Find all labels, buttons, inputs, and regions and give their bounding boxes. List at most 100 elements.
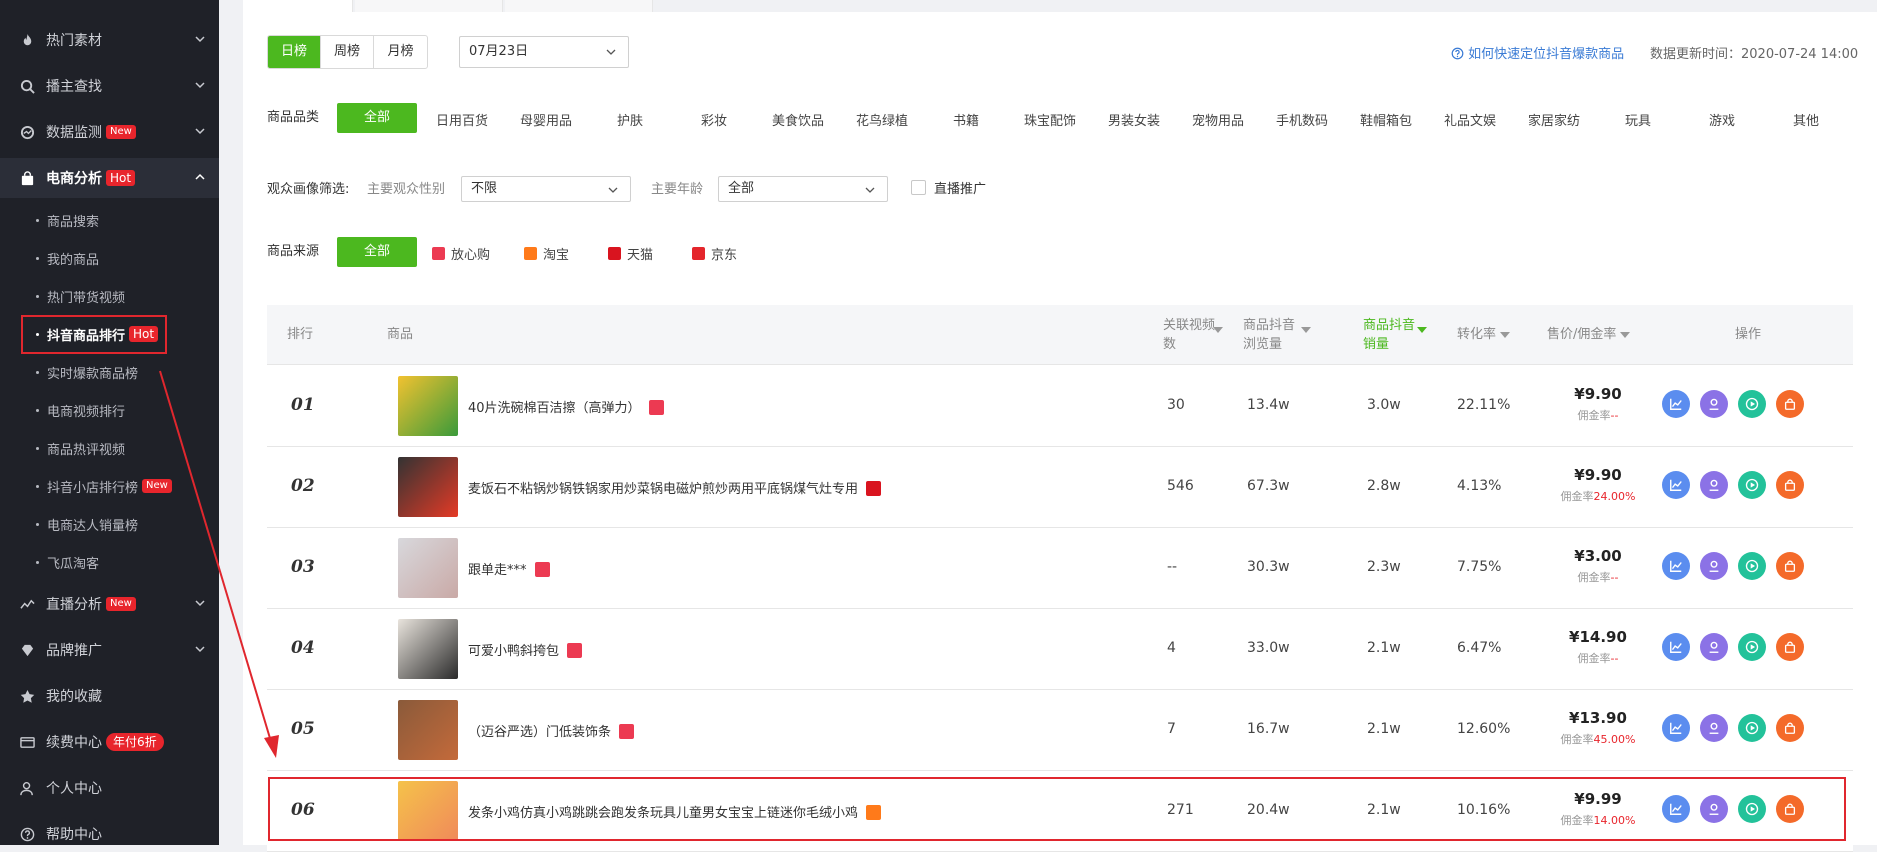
top-tab[interactable] (505, 0, 653, 12)
sidebar-item-data-monitor[interactable]: 数据监测 New (0, 112, 219, 152)
sidebar-item-ecommerce[interactable]: 电商分析 Hot (0, 158, 219, 198)
sidebar-subitem[interactable]: 飞瓜淘客 (0, 543, 219, 581)
category-item[interactable]: 美食饮品 (756, 110, 840, 129)
category-item[interactable]: 家居家纺 (1512, 110, 1596, 129)
sidebar-item-brand-promotion[interactable]: 品牌推广 (0, 630, 219, 670)
video-button[interactable] (1738, 471, 1766, 499)
trend-chart-button[interactable] (1662, 633, 1690, 661)
category-item[interactable]: 日用百货 (420, 110, 504, 129)
category-item[interactable]: 手机数码 (1260, 110, 1344, 129)
category-item[interactable]: 男装女装 (1092, 110, 1176, 129)
sidebar-item-hot-material[interactable]: 热门素材 (0, 20, 219, 60)
tab-monthly[interactable]: 月榜 (374, 36, 427, 68)
category-item[interactable]: 母婴用品 (504, 110, 588, 129)
header-videos[interactable]: 关联视频数 (1163, 316, 1215, 354)
product-name[interactable]: 麦饭石不粘锅炒锅铁锅家用炒菜锅电磁炉煎炒两用平底锅煤气灶专用 (468, 478, 882, 497)
product-name[interactable]: 可爱小鸭斜挎包 (468, 640, 583, 659)
product-thumbnail[interactable] (398, 700, 458, 760)
table-row[interactable]: 05 （迈谷严选）门低装饰条 7 16.7w 2.1w 12.60% ¥13.90 佣金率45… (267, 690, 1853, 771)
sidebar-item-live-analysis[interactable]: 直播分析 New (0, 584, 219, 624)
anchor-button[interactable] (1700, 714, 1728, 742)
sidebar-item-renewal[interactable]: 续费中心 年付6折 (0, 722, 219, 762)
source-fangxingou[interactable]: 放心购 (432, 244, 490, 263)
gender-select[interactable]: 不限 (461, 176, 631, 202)
sort-active-icon[interactable] (1417, 327, 1427, 333)
product-thumbnail[interactable] (398, 376, 458, 436)
product-thumbnail[interactable] (398, 538, 458, 598)
table-row[interactable]: 04 可爱小鸭斜挎包 4 33.0w 2.1w 6.47% ¥14.90 佣金率-- (267, 609, 1853, 690)
trend-chart-button[interactable] (1662, 714, 1690, 742)
sidebar-item-profile[interactable]: 个人中心 (0, 768, 219, 808)
category-item[interactable]: 书籍 (924, 110, 1008, 129)
sidebar-subitem[interactable]: 热门带货视频 (0, 277, 219, 315)
category-item[interactable]: 宠物用品 (1176, 110, 1260, 129)
category-all[interactable]: 全部 (337, 103, 417, 133)
sidebar-subitem[interactable]: 我的商品 (0, 239, 219, 277)
header-conversion[interactable]: 转化率 (1457, 325, 1511, 344)
sort-icon[interactable] (1620, 331, 1631, 338)
sidebar-subitem[interactable]: 抖音小店排行榜 New (0, 467, 219, 505)
shop-button[interactable] (1776, 714, 1804, 742)
tab-weekly[interactable]: 周榜 (321, 36, 374, 68)
video-button[interactable] (1738, 633, 1766, 661)
product-name[interactable]: 跟单走*** (468, 559, 550, 578)
sidebar-subitem[interactable]: 商品热评视频 (0, 429, 219, 467)
sidebar-item-favorites[interactable]: 我的收藏 (0, 676, 219, 716)
sidebar-subitem[interactable]: 电商视频排行 (0, 391, 219, 429)
anchor-button[interactable] (1700, 552, 1728, 580)
age-select[interactable]: 全部 (718, 176, 888, 202)
anchor-button[interactable] (1700, 390, 1728, 418)
sort-icon[interactable] (1500, 331, 1511, 338)
view-count: 16.7w (1247, 721, 1290, 737)
video-count: 7 (1167, 721, 1176, 737)
source-jd[interactable]: 京东 (692, 244, 737, 263)
category-item[interactable]: 花鸟绿植 (840, 110, 924, 129)
table-row[interactable]: 02 麦饭石不粘锅炒锅铁锅家用炒菜锅电磁炉煎炒两用平底锅煤气灶专用 546 67.3w… (267, 447, 1853, 528)
product-name[interactable]: 40片洗碗棉百洁擦（高弹力） (468, 397, 664, 416)
product-thumbnail[interactable] (398, 619, 458, 679)
source-taobao[interactable]: 淘宝 (524, 244, 569, 263)
product-name[interactable]: （迈谷严选）门低装饰条 (468, 721, 635, 740)
shop-button[interactable] (1776, 471, 1804, 499)
sidebar-subitem[interactable]: 商品搜索 (0, 201, 219, 239)
table-row[interactable]: 03 跟单走*** -- 30.3w 2.3w 7.75% ¥3.00 佣金率-- (267, 528, 1853, 609)
category-item[interactable]: 彩妆 (672, 110, 756, 129)
sidebar-subitem[interactable]: 电商达人销量榜 (0, 505, 219, 543)
table-row[interactable]: 01 40片洗碗棉百洁擦（高弹力） 30 13.4w 3.0w 22.11% ¥9.90 佣金… (267, 366, 1853, 447)
video-button[interactable] (1738, 552, 1766, 580)
video-button[interactable] (1738, 390, 1766, 418)
category-item[interactable]: 珠宝配饰 (1008, 110, 1092, 129)
sidebar-item-help[interactable]: 帮助中心 (0, 814, 219, 845)
help-link[interactable]: 如何快速定位抖音爆款商品 (1451, 43, 1624, 62)
category-item[interactable]: 护肤 (588, 110, 672, 129)
top-tab[interactable] (243, 0, 353, 12)
trend-chart-button[interactable] (1662, 552, 1690, 580)
source-tmall[interactable]: 天猫 (608, 244, 653, 263)
trend-chart-button[interactable] (1662, 471, 1690, 499)
live-promo-checkbox[interactable] (911, 180, 926, 195)
shop-button[interactable] (1776, 552, 1804, 580)
top-tab[interactable] (355, 0, 503, 12)
date-select[interactable]: 07月23日 (459, 36, 629, 68)
sort-icon[interactable] (1301, 327, 1311, 333)
category-item[interactable]: 玩具 (1596, 110, 1680, 129)
category-item[interactable]: 其他 (1764, 110, 1848, 129)
category-item[interactable]: 礼品文娱 (1428, 110, 1512, 129)
source-all[interactable]: 全部 (337, 237, 417, 267)
header-sales[interactable]: 商品抖音销量 (1363, 316, 1421, 354)
shop-button[interactable] (1776, 390, 1804, 418)
header-price[interactable]: 售价/佣金率 (1547, 325, 1631, 344)
category-item[interactable]: 游戏 (1680, 110, 1764, 129)
header-views[interactable]: 商品抖音浏览量 (1243, 316, 1301, 354)
category-item[interactable]: 鞋帽箱包 (1344, 110, 1428, 129)
sidebar-subitem[interactable]: 实时爆款商品榜 (0, 353, 219, 391)
sidebar-item-anchor-search[interactable]: 播主查找 (0, 66, 219, 106)
video-button[interactable] (1738, 714, 1766, 742)
anchor-button[interactable] (1700, 471, 1728, 499)
sort-icon[interactable] (1213, 327, 1223, 333)
product-thumbnail[interactable] (398, 457, 458, 517)
anchor-button[interactable] (1700, 633, 1728, 661)
tab-daily[interactable]: 日榜 (268, 36, 321, 68)
trend-chart-button[interactable] (1662, 390, 1690, 418)
shop-button[interactable] (1776, 633, 1804, 661)
